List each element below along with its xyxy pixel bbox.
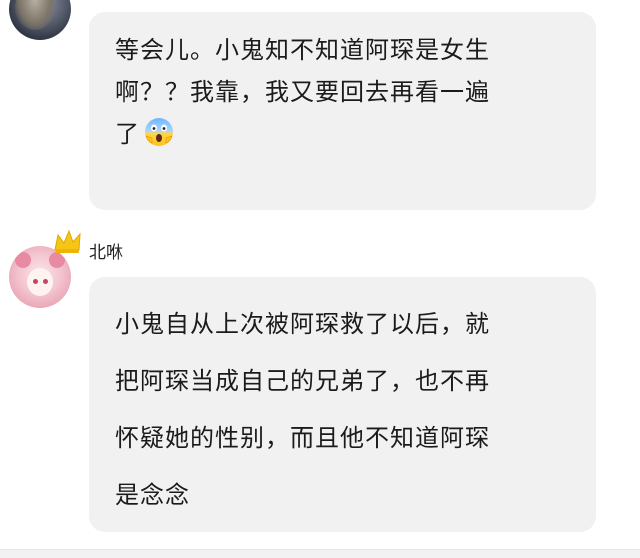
message-line: 把阿琛当成自己的兄弟了，也不再 xyxy=(115,367,490,395)
message-line: 等会儿。小鬼知不知道阿琛是女生 xyxy=(115,36,490,64)
avatar-eye xyxy=(43,279,48,284)
message-line: 是念念 xyxy=(115,481,190,509)
username[interactable]: 北咻 xyxy=(89,242,123,264)
message-line: 怀疑她的性别，而且他不知道阿琛 xyxy=(115,424,490,452)
avatar-hair xyxy=(15,0,55,30)
crown-icon xyxy=(54,229,81,253)
screaming-face-emoji-icon xyxy=(145,118,173,146)
message-line-with-emoji: 了 xyxy=(115,113,572,155)
message-line: 啊？？我靠，我又要回去再看一遍 xyxy=(115,78,490,106)
avatar-face xyxy=(27,268,53,296)
message-bubble: 小鬼自从上次被阿琛救了以后，就 把阿琛当成自己的兄弟了，也不再 怀疑她的性别，而… xyxy=(89,277,596,532)
avatar[interactable] xyxy=(9,0,71,40)
message-text: 了 xyxy=(115,120,140,148)
avatar-eye xyxy=(33,279,38,284)
avatar-hair-bun xyxy=(15,252,31,268)
message-bubble: 等会儿。小鬼知不知道阿琛是女生 啊？？我靠，我又要回去再看一遍 了 xyxy=(89,12,596,210)
message-line: 小鬼自从上次被阿琛救了以后，就 xyxy=(115,310,490,338)
